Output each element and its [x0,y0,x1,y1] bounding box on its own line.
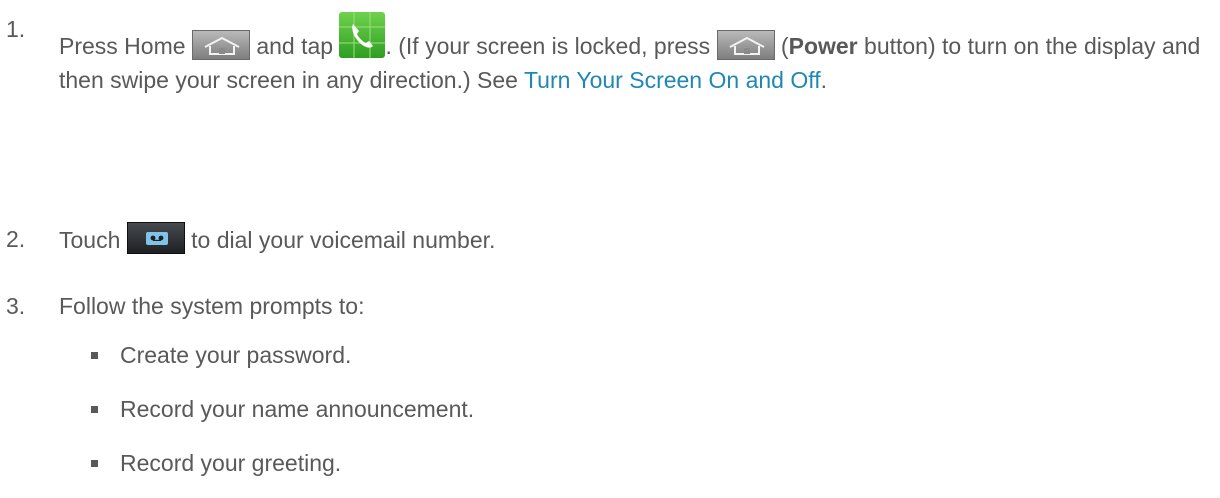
list-item-text: Create your password. [120,342,352,368]
list-item-text: Record your name announcement. [120,396,475,422]
list-item: Record your greeting. [91,448,341,478]
step-text: ( [774,33,789,59]
step-number: 1. [6,16,26,42]
home-key-icon [191,30,250,60]
list-item-text: Record your greeting. [120,450,342,476]
bullet-icon [91,352,98,359]
step-body: Press Home and tap . (If your screen is … [59,12,1206,97]
home-key-icon [716,30,775,60]
step-text: Touch [59,227,127,253]
step-2: 2. Touch to dial your voicemail number. [6,222,1206,257]
voicemail-key-icon [126,222,185,254]
turn-screen-on-off-link[interactable]: Turn Your Screen On and Off [524,67,821,93]
step-text: to dial your voicemail number. [184,227,496,253]
step-text: . [820,67,827,93]
step-number: 3. [6,293,26,319]
step-3: 3. Follow the system prompts to: [6,289,1206,323]
phone-app-icon [339,12,386,58]
step-text: . (If your screen is locked, press [385,33,717,59]
instructions-page: 1. Press Home and tap . (If your screen … [0,0,1220,498]
bullet-icon [91,406,98,413]
power-button-label: Power [788,33,858,59]
step-body: Touch to dial your voicemail number. [59,222,1206,257]
step-text: Follow the system prompts to: [59,293,365,319]
list-item: Record your name announcement. [91,394,474,424]
step-1: 1. Press Home and tap . (If your screen … [6,12,1206,97]
bullet-icon [91,460,98,467]
step-number: 2. [6,226,26,252]
step-text: and tap [249,33,340,59]
step-body: Follow the system prompts to: [59,289,1206,323]
step-text: Press Home [59,33,192,59]
list-item: Create your password. [91,340,351,370]
